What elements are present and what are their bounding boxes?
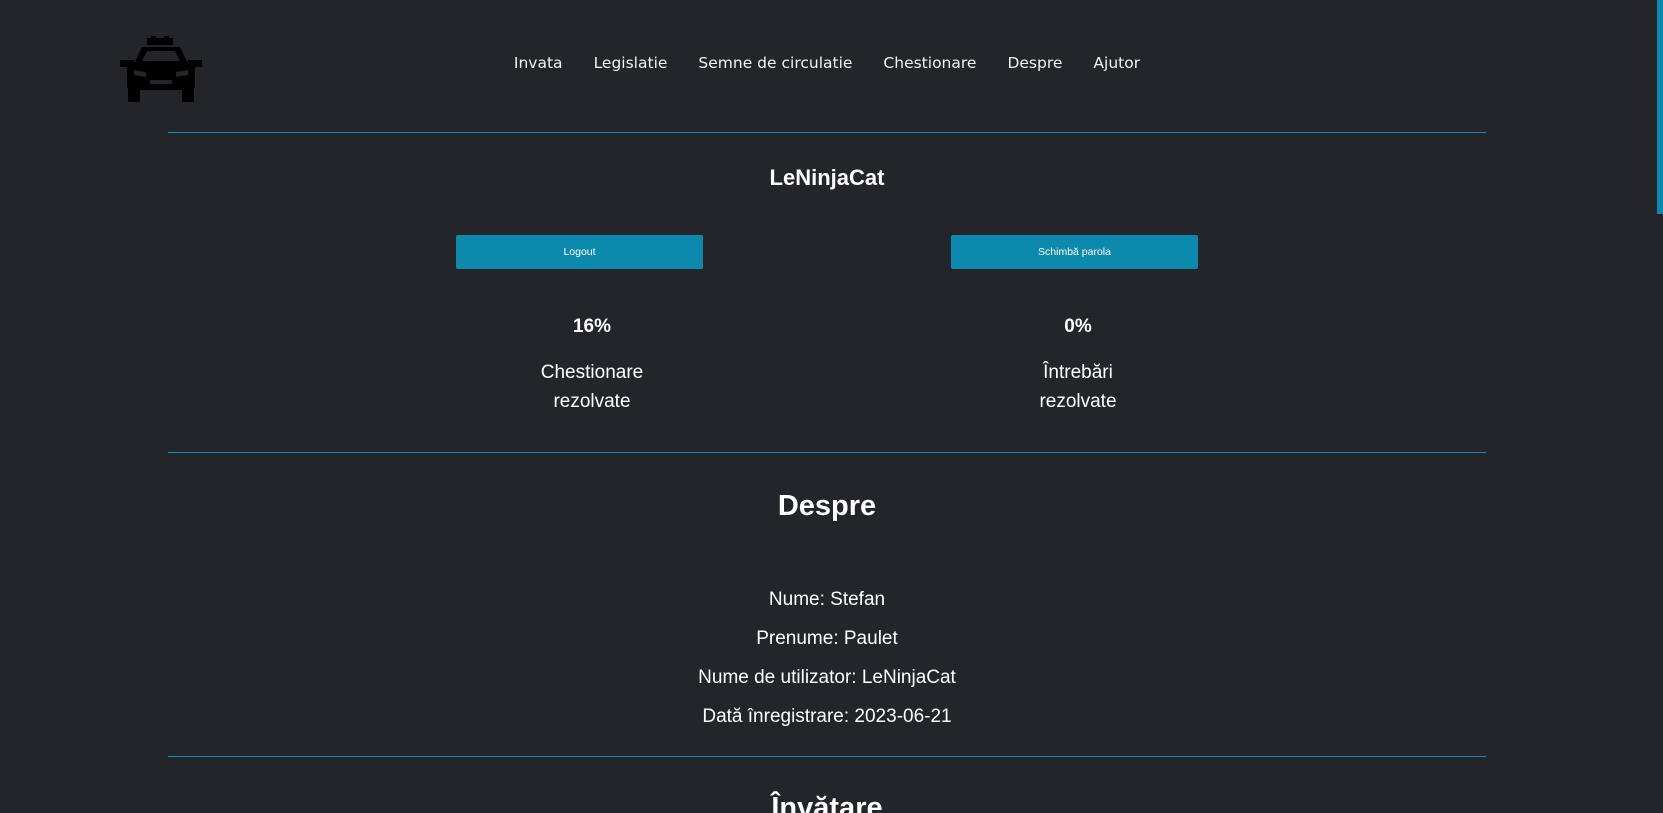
about-title: Despre: [777, 490, 877, 522]
nav-item-despre[interactable]: Despre: [992, 54, 1078, 72]
divider-middle: [168, 452, 1486, 453]
nav-item-semne-de-circulatie[interactable]: Semne de circulatie: [683, 54, 868, 72]
divider-top: [168, 132, 1486, 133]
nav-item-invata[interactable]: Invata: [498, 54, 578, 72]
scrollbar-thumb[interactable]: [1657, 0, 1663, 214]
stat-label: Întrebări rezolvate: [953, 358, 1203, 416]
nav-item-chestionare[interactable]: Chestionare: [868, 54, 992, 72]
info-username: Nume de utilizator: LeNinjaCat: [698, 667, 956, 688]
main-nav: Invata Legislatie Semne de circulatie Ch…: [0, 54, 1654, 72]
info-registration-date: Dată înregistrare: 2023-06-21: [702, 706, 952, 727]
profile-page: Invata Legislatie Semne de circulatie Ch…: [0, 0, 1663, 813]
info-last-name: Nume: Stefan: [768, 589, 886, 610]
learning-title: Învățare: [771, 792, 883, 813]
profile-username: LeNinjaCat: [769, 165, 885, 190]
stat-value: 0%: [1064, 316, 1092, 337]
nav-item-legislatie[interactable]: Legislatie: [578, 54, 683, 72]
stat-questions-solved: 0% Întrebări rezolvate: [953, 316, 1203, 416]
logout-button[interactable]: Logout: [456, 235, 703, 269]
info-first-name: Prenume: Paulet: [756, 628, 898, 649]
stat-label: Chestionare rezolvate: [467, 358, 717, 416]
stat-label-line1: Întrebări: [1043, 362, 1113, 383]
stat-quizzes-solved: 16% Chestionare rezolvate: [467, 316, 717, 416]
stat-label-line2: rezolvate: [553, 391, 631, 412]
change-password-button[interactable]: Schimbă parola: [951, 235, 1198, 269]
stat-value: 16%: [572, 316, 612, 337]
divider-bottom: [168, 756, 1486, 757]
nav-item-ajutor[interactable]: Ajutor: [1078, 54, 1156, 72]
stat-label-line2: rezolvate: [1039, 391, 1117, 412]
stat-label-line1: Chestionare: [540, 362, 644, 383]
